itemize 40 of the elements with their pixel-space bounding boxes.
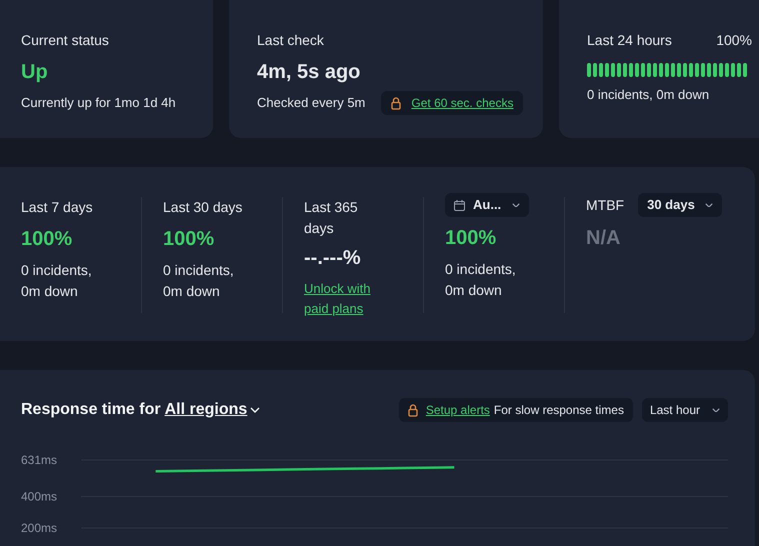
panel-title: Response time for bbox=[21, 400, 161, 420]
caret-icon bbox=[512, 202, 520, 208]
date-range-dropdown[interactable]: Au... bbox=[445, 193, 529, 217]
period-label: Last 30 days bbox=[163, 198, 244, 217]
incident-summary: 0 incidents, 0m down bbox=[445, 260, 517, 300]
last-check-value: 4m, 5s ago bbox=[257, 60, 362, 85]
uptime-percent: 100% bbox=[716, 31, 752, 50]
caret-icon bbox=[712, 408, 720, 412]
incident-summary: 0 incidents, 0m down bbox=[163, 261, 235, 301]
lock-icon bbox=[408, 404, 418, 416]
time-range-dropdown[interactable]: Last hour bbox=[642, 398, 728, 422]
period-label: Last 7 days bbox=[21, 198, 94, 217]
status-value: Up bbox=[21, 60, 49, 85]
uptime-percent: 100% bbox=[21, 227, 74, 252]
card-label: Current status bbox=[21, 31, 110, 50]
incident-summary: 0 incidents, 0m down bbox=[21, 261, 93, 301]
calendar-icon bbox=[454, 200, 465, 210]
setup-alerts-link[interactable]: Setup alerts bbox=[426, 401, 490, 419]
period-label: Last 365 days bbox=[304, 198, 359, 238]
y-axis-label: 400ms bbox=[21, 489, 58, 504]
mtbf-value: N/A bbox=[586, 226, 622, 251]
y-axis-label: 200ms bbox=[21, 521, 58, 535]
period-dropdown[interactable]: 30 days bbox=[638, 193, 722, 217]
uptime-percent: 100% bbox=[445, 226, 498, 251]
alert-hint: For slow response times bbox=[494, 402, 624, 419]
card-label: Last 24 hours bbox=[587, 31, 672, 50]
card-label: Last check bbox=[257, 31, 325, 50]
region-dropdown[interactable]: All regions bbox=[164, 398, 260, 422]
caret-icon bbox=[250, 407, 260, 413]
mtbf-label: MTBF bbox=[586, 196, 624, 214]
uptime-percent: 100% bbox=[163, 227, 216, 252]
upgrade-link[interactable]: Get 60 sec. checks bbox=[411, 94, 514, 112]
y-axis-label: 631ms bbox=[21, 453, 58, 467]
uptime-percent: --.---% bbox=[304, 246, 362, 271]
check-interval: Checked every 5m bbox=[257, 94, 366, 112]
incident-summary: 0 incidents, 0m down bbox=[587, 86, 710, 104]
caret-icon bbox=[704, 202, 713, 208]
uptime-duration: Currently up for 1mo 1d 4h bbox=[21, 94, 177, 112]
lock-icon bbox=[391, 96, 402, 110]
unlock-link[interactable]: Unlock with paid plans bbox=[304, 279, 370, 319]
